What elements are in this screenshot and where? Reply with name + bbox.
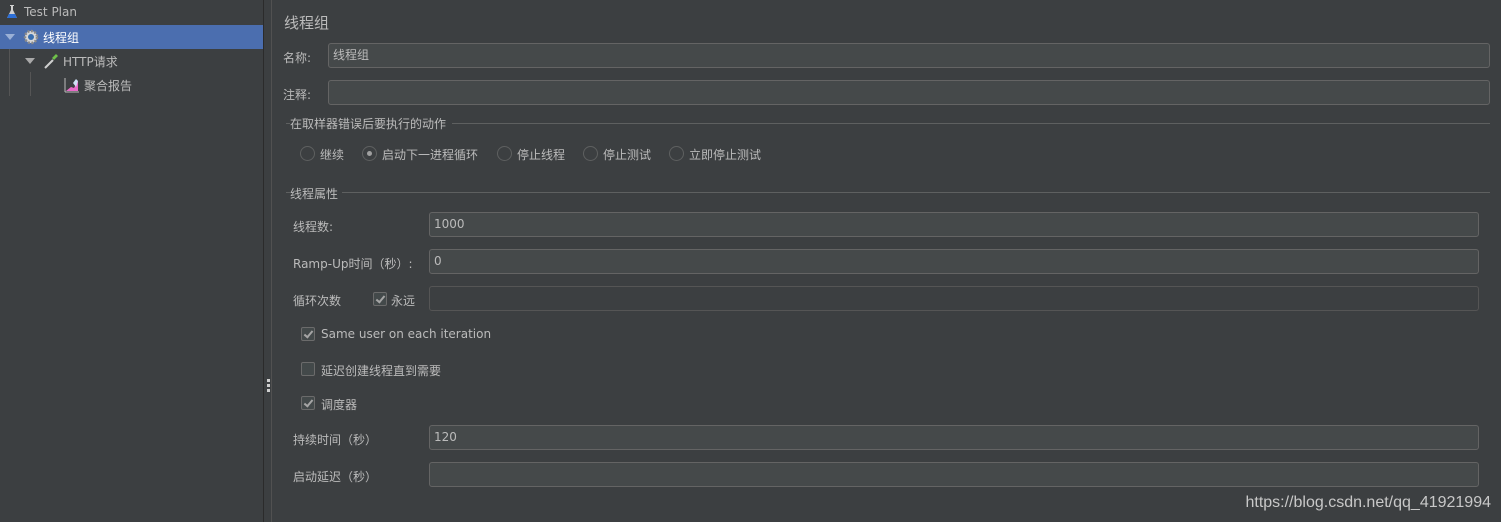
expand-arrow-icon[interactable] — [25, 58, 35, 64]
same-user-checkbox[interactable] — [301, 327, 315, 341]
thread-props-legend: 线程属性 — [290, 187, 339, 201]
rampup-input[interactable]: 0 — [429, 249, 1479, 274]
radio-stop-test[interactable] — [583, 146, 598, 161]
tree-item-label: 聚合报告 — [84, 78, 133, 93]
loop-count-input[interactable] — [429, 286, 1479, 311]
radio-stop-thread-label: 停止线程 — [517, 148, 566, 162]
split-pane-divider[interactable] — [263, 0, 272, 522]
tree-item-label: 线程组 — [43, 30, 80, 45]
scheduler-checkbox[interactable] — [301, 396, 315, 410]
watermark-url: https://blog.csdn.net/qq_41921994 — [1245, 494, 1491, 511]
comment-label: 注释: — [283, 88, 312, 102]
radio-start-next-loop-label: 启动下一进程循环 — [382, 148, 479, 162]
tree-item-aggregate-report[interactable]: 聚合报告 — [0, 73, 263, 97]
name-label: 名称: — [283, 51, 312, 65]
forever-label: 永远 — [391, 294, 416, 308]
duration-input[interactable]: 120 — [429, 425, 1479, 450]
delay-create-checkbox[interactable] — [301, 362, 315, 376]
startup-delay-label: 启动延迟（秒） — [293, 470, 378, 484]
tree-item-label: Test Plan — [24, 5, 77, 19]
same-user-label: Same user on each iteration — [321, 327, 492, 341]
name-input[interactable]: 线程组 — [328, 43, 1490, 68]
radio-start-next-loop[interactable] — [362, 146, 377, 161]
gear-icon — [23, 29, 39, 45]
radio-stop-test-now-label: 立即停止测试 — [689, 148, 762, 162]
splitter-grip-dot — [267, 389, 270, 392]
tree-item-label: HTTP请求 — [63, 54, 118, 69]
comment-input[interactable] — [328, 80, 1490, 105]
thread-group-panel: 线程组 名称: 线程组 注释: 在取样器错误后要执行的动作 继续 启动下一进程循… — [272, 0, 1501, 522]
threads-label: 线程数: — [293, 220, 334, 234]
radio-continue-label: 继续 — [320, 148, 345, 162]
startup-delay-input[interactable] — [429, 462, 1479, 487]
jmeter-window: Test Plan 线程组 HTTP请求 聚合报告 线程组 名称: 线程组 注释… — [0, 0, 1501, 522]
radio-stop-thread[interactable] — [497, 146, 512, 161]
radio-continue[interactable] — [300, 146, 315, 161]
test-plan-tree: Test Plan 线程组 HTTP请求 聚合报告 — [0, 0, 263, 522]
error-action-legend: 在取样器错误后要执行的动作 — [290, 117, 447, 131]
rampup-label: Ramp-Up时间（秒）: — [293, 257, 413, 271]
chart-icon — [64, 77, 80, 93]
forever-checkbox[interactable] — [373, 292, 387, 306]
delay-create-label: 延迟创建线程直到需要 — [321, 364, 442, 378]
tree-item-test-plan[interactable]: Test Plan — [0, 0, 263, 24]
duration-label: 持续时间（秒） — [293, 433, 378, 447]
group-border — [452, 123, 1490, 124]
splitter-grip-dot — [267, 384, 270, 387]
tree-item-thread-group[interactable]: 线程组 — [0, 25, 263, 49]
loop-count-label: 循环次数 — [293, 294, 342, 308]
threads-input[interactable]: 1000 — [429, 212, 1479, 237]
radio-stop-test-now[interactable] — [669, 146, 684, 161]
expand-arrow-icon[interactable] — [5, 34, 15, 40]
tree-item-http-request[interactable]: HTTP请求 — [0, 49, 263, 73]
splitter-grip-dot — [267, 379, 270, 382]
group-border — [342, 192, 1490, 193]
pipette-icon — [43, 53, 59, 69]
panel-title: 线程组 — [284, 14, 330, 32]
flask-icon — [4, 4, 20, 20]
scheduler-label: 调度器 — [321, 398, 358, 412]
radio-stop-test-label: 停止测试 — [603, 148, 652, 162]
